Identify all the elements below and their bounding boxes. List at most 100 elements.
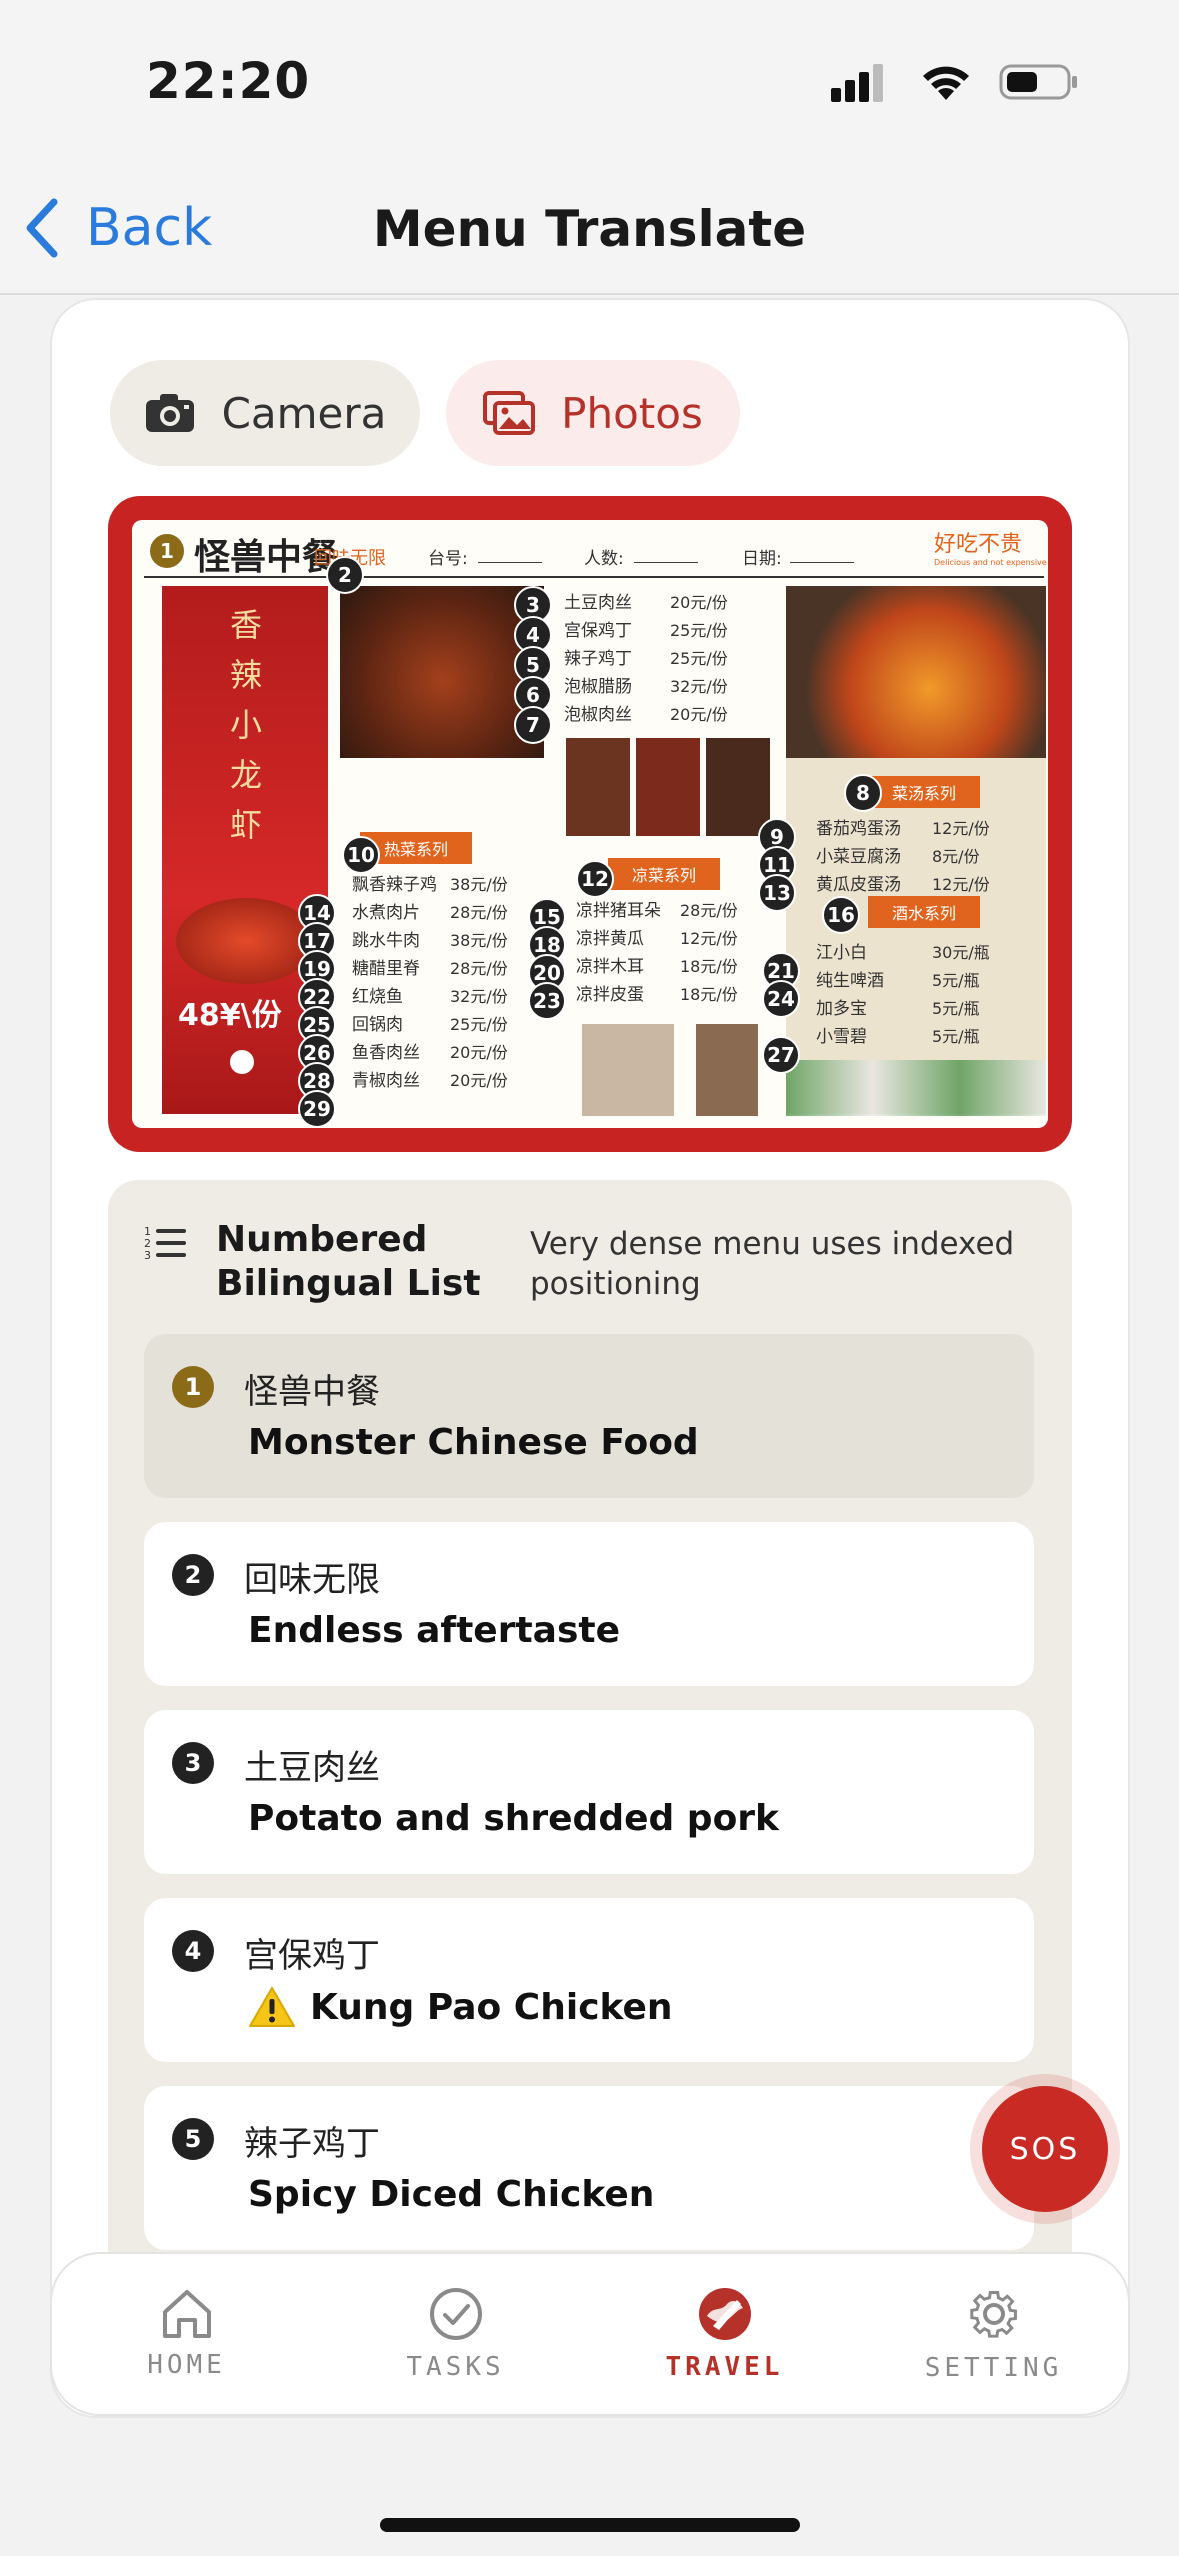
dish-photo-main	[340, 586, 544, 758]
item-english: Monster Chinese Food	[248, 1422, 699, 1463]
menu-people-line	[634, 562, 698, 563]
menu-hot-price: 25元/份	[450, 1015, 508, 1034]
status-time: 22:20	[146, 52, 311, 110]
menu-marker[interactable]: 13	[758, 874, 796, 912]
list-item[interactable]: 2 回味无限 Endless aftertaste	[144, 1522, 1034, 1686]
menu-drink-price: 5元/瓶	[932, 1027, 980, 1046]
item-chinese: 宫保鸡丁	[244, 1936, 380, 1976]
home-indicator	[380, 2518, 800, 2532]
tab-home[interactable]: HOME	[77, 2288, 297, 2380]
warning-icon	[249, 1987, 295, 2027]
menu-drink-item: 加多宝	[816, 999, 867, 1019]
list-description: Very dense menu uses indexed positioning	[530, 1226, 1015, 1302]
check-circle-icon	[429, 2288, 482, 2340]
menu-top-item: 土豆肉丝	[564, 593, 632, 613]
tab-setting[interactable]: SETTING	[884, 2285, 1104, 2383]
photos-icon	[483, 391, 536, 435]
sos-button[interactable]: SOS	[982, 2086, 1108, 2212]
menu-marker[interactable]: 23	[528, 982, 566, 1020]
battery-icon	[999, 64, 1077, 100]
item-english-text: Spicy Diced Chicken	[248, 2174, 655, 2215]
menu-photo-content: 1 怪兽中餐 回味无限 台号: 人数: 日期: 好吃不贵 Delicious a…	[132, 520, 1048, 1128]
menu-top-item: 宫保鸡丁	[564, 621, 632, 641]
menu-drink-price: 5元/瓶	[932, 999, 980, 1018]
dish-photo-small-2	[636, 738, 700, 836]
menu-cold-price: 18元/份	[680, 957, 738, 976]
item-number: 4	[172, 1930, 214, 1972]
menu-drink-item: 江小白	[816, 943, 867, 963]
dish-photo-small-3	[706, 738, 770, 836]
menu-hot-price: 32元/份	[450, 987, 508, 1006]
tab-travel[interactable]: TRAVEL	[615, 2286, 835, 2382]
cold-photo-2	[696, 1024, 758, 1116]
menu-hot-item: 回锅肉	[352, 1015, 403, 1035]
item-english-text: Potato and shredded pork	[248, 1798, 779, 1839]
menu-hot-item: 鱼香肉丝	[352, 1043, 420, 1063]
item-number: 5	[172, 2118, 214, 2160]
item-english-text: Monster Chinese Food	[248, 1422, 699, 1463]
menu-hot-price: 38元/份	[450, 931, 508, 950]
menu-divider	[144, 576, 1044, 578]
menu-drink-item: 纯生啤酒	[816, 971, 884, 991]
tab-tasks[interactable]: TASKS	[346, 2286, 566, 2382]
menu-marker[interactable]: 2	[326, 556, 364, 594]
section-cold-label: 凉菜系列	[608, 858, 721, 890]
menu-hot-price: 28元/份	[450, 959, 508, 978]
numbered-list-icon: 1 2 3	[144, 1225, 186, 1262]
menu-soup-item: 黄瓜皮蛋汤	[816, 875, 901, 895]
menu-marker[interactable]: 29	[298, 1090, 336, 1128]
menu-marker[interactable]: 7	[514, 706, 552, 744]
menu-cold-price: 12元/份	[680, 929, 738, 948]
menu-marker[interactable]: 1	[148, 532, 186, 570]
item-number: 1	[172, 1366, 214, 1408]
camera-button[interactable]: Camera	[110, 360, 420, 466]
item-number: 2	[172, 1554, 214, 1596]
list-title-line1: Numbered	[216, 1219, 428, 1260]
list-title-line2: Bilingual List	[216, 1263, 481, 1304]
item-english-text: Endless aftertaste	[248, 1610, 621, 1651]
list-item[interactable]: 5 辣子鸡丁 Spicy Diced Chicken	[144, 2086, 1034, 2250]
menu-marker[interactable]: 8	[844, 774, 882, 812]
list-item[interactable]: 3 土豆肉丝 Potato and shredded pork	[144, 1710, 1034, 1874]
menu-hot-item: 水煮肉片	[352, 903, 420, 923]
menu-top-price: 20元/份	[670, 593, 728, 612]
menu-cold-item: 凉拌猪耳朵	[576, 901, 661, 921]
menu-date-label: 日期:	[742, 549, 782, 569]
bilingual-list[interactable]: 1 2 3 Numbered Bilingual List Very dense…	[108, 1180, 1072, 2416]
status-bar: 22:20	[0, 0, 1179, 170]
menu-marker[interactable]: 10	[342, 836, 380, 874]
menu-table-label: 台号:	[428, 549, 468, 569]
dish-photo-small-1	[566, 738, 630, 836]
banner-dot	[230, 1050, 254, 1074]
item-number: 3	[172, 1742, 214, 1784]
menu-people-label: 人数:	[584, 549, 624, 569]
crayfish-dish-image	[176, 898, 316, 984]
list-item[interactable]: 1 怪兽中餐 Monster Chinese Food	[144, 1334, 1034, 1498]
item-english-text: Kung Pao Chicken	[310, 1986, 673, 2028]
menu-soup-price: 12元/份	[932, 875, 990, 894]
menu-top-price: 20元/份	[670, 705, 728, 724]
list-header: 1 2 3 Numbered Bilingual List Very dense…	[144, 1218, 1044, 1318]
tab-label: TASKS	[406, 2352, 505, 2382]
item-english: Spicy Diced Chicken	[248, 2174, 654, 2215]
photos-button[interactable]: Photos	[446, 360, 740, 466]
menu-top-item: 辣子鸡丁	[564, 649, 632, 669]
tab-label: SETTING	[924, 2353, 1063, 2383]
menu-marker[interactable]: 12	[576, 860, 614, 898]
crayfish-price: 48¥\份	[178, 998, 282, 1033]
tab-label: TRAVEL	[665, 2352, 784, 2382]
menu-marker[interactable]: 24	[762, 980, 800, 1018]
status-icons	[831, 62, 1079, 102]
menu-photo[interactable]: 1 怪兽中餐 回味无限 台号: 人数: 日期: 好吃不贵 Delicious a…	[108, 496, 1072, 1152]
cold-photo-1	[582, 1024, 674, 1116]
menu-marker[interactable]: 16	[822, 896, 860, 934]
camera-icon	[145, 394, 194, 432]
crayfish-title: 香辣小龙虾	[229, 606, 262, 844]
menu-top-item: 泡椒腊肠	[564, 677, 632, 697]
menu-soup-price: 8元/份	[932, 847, 980, 866]
menu-drink-item: 小雪碧	[816, 1027, 867, 1047]
item-chinese: 回味无限	[244, 1560, 380, 1600]
home-icon	[162, 2290, 211, 2338]
menu-marker[interactable]: 27	[762, 1036, 800, 1074]
list-item[interactable]: 4 宫保鸡丁 Kung Pao Chicken	[144, 1898, 1034, 2062]
